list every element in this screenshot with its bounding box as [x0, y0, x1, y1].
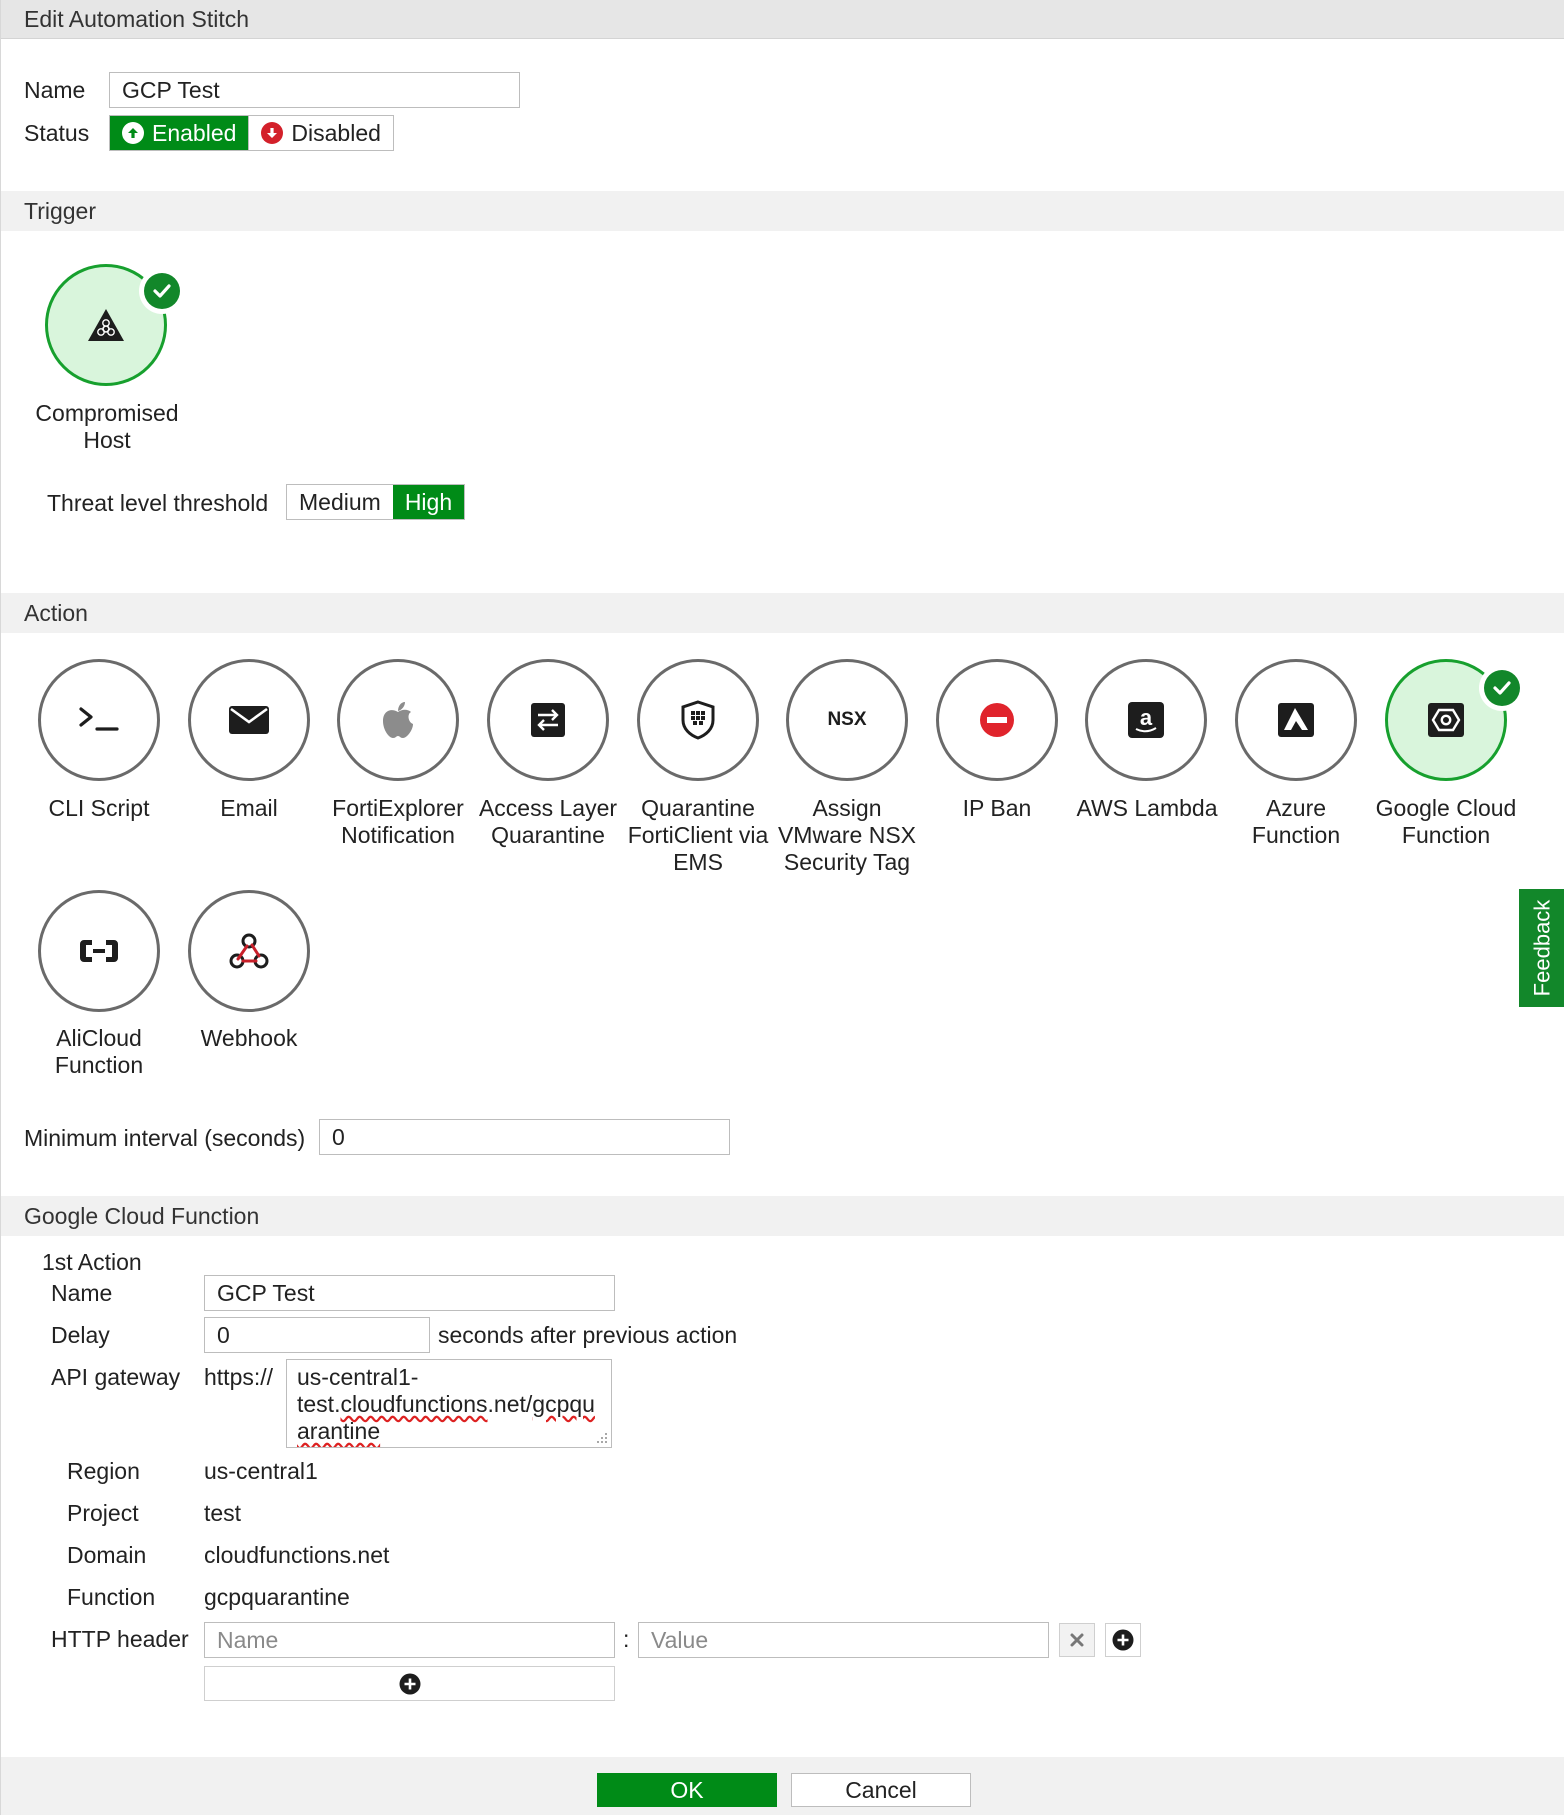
gcf-delay-input[interactable]	[204, 1317, 430, 1353]
action-nsx-label: Assign VMware NSX Security Tag	[777, 795, 917, 875]
action-cli-script-label: CLI Script	[48, 795, 150, 821]
http-header-value-input[interactable]	[638, 1622, 1049, 1658]
action-gcp-label: Google Cloud Function	[1375, 795, 1517, 848]
action-ip-ban-label: IP Ban	[962, 795, 1032, 821]
gcp-icon	[1428, 703, 1464, 737]
action-fortiexplorer-notification[interactable]	[337, 659, 459, 781]
plus-circle-icon	[399, 1673, 420, 1694]
dialog: Edit Automation Stitch Name Status Enabl…	[0, 0, 1564, 1815]
threshold-label: Threat level threshold	[47, 490, 269, 516]
name-input[interactable]	[109, 72, 520, 108]
gcf-api-line3: arantine	[297, 1418, 381, 1444]
action-access-layer-quarantine[interactable]	[487, 659, 609, 781]
action-quarantine-ems-label: Quarantine FortiClient via EMS	[627, 795, 769, 875]
amazon-icon: a	[1128, 702, 1164, 738]
status-toggle: Enabled Disabled	[109, 115, 394, 151]
nsx-icon: NSX	[827, 709, 867, 730]
gcf-region-value: us-central1	[204, 1458, 318, 1484]
svg-text:a: a	[1140, 705, 1153, 730]
gcf-api-prefix: https://	[204, 1364, 274, 1390]
action-fortiexplorer-label: FortiExplorer Notification	[332, 795, 464, 848]
action-aws-lambda[interactable]: a	[1085, 659, 1207, 781]
action-access-layer-label: Access Layer Quarantine	[478, 795, 618, 848]
remove-header-button[interactable]	[1059, 1623, 1095, 1657]
gcf-name-label: Name	[51, 1280, 113, 1306]
apple-icon	[383, 702, 413, 738]
action-selected-check-icon	[1479, 665, 1525, 711]
gcf-api-line1: us-central1-	[297, 1364, 419, 1390]
trigger-section-header: Trigger	[1, 191, 1564, 231]
min-interval-label: Minimum interval (seconds)	[24, 1125, 306, 1151]
no-entry-icon	[980, 703, 1014, 737]
gcf-domain-value: cloudfunctions.net	[204, 1542, 390, 1568]
action-azure-function[interactable]	[1235, 659, 1357, 781]
webhook-icon	[229, 933, 269, 969]
gcf-http-header-label: HTTP header	[51, 1626, 189, 1652]
status-disabled-label: Disabled	[291, 119, 381, 146]
gcf-delay-suffix: seconds after previous action	[438, 1322, 738, 1348]
action-email-label: Email	[220, 795, 278, 821]
action-webhook[interactable]	[188, 890, 310, 1012]
threshold-toggle: Medium High	[286, 484, 466, 520]
gcf-section-header: Google Cloud Function	[1, 1196, 1564, 1236]
threshold-high-option[interactable]: High	[392, 485, 465, 519]
azure-icon	[1278, 703, 1314, 737]
gcf-api-line2: test.cloudfunctions.net/gcpqu	[297, 1391, 595, 1417]
name-label: Name	[24, 77, 86, 103]
feedback-tab[interactable]: Feedback	[1519, 889, 1564, 1007]
gcf-project-value: test	[204, 1500, 242, 1526]
envelope-icon	[229, 706, 269, 734]
status-disabled-option[interactable]: Disabled	[248, 116, 393, 150]
status-label: Status	[24, 120, 90, 146]
action-webhook-label: Webhook	[200, 1025, 298, 1051]
action-quarantine-forticlient-ems[interactable]	[637, 659, 759, 781]
action-assign-vmware-nsx-tag[interactable]: NSX	[786, 659, 908, 781]
add-header-button[interactable]	[204, 1666, 615, 1701]
status-enabled-option[interactable]: Enabled	[110, 116, 249, 150]
terminal-icon	[79, 707, 119, 731]
ok-button[interactable]: OK	[597, 1773, 777, 1807]
http-header-name-input[interactable]	[204, 1622, 615, 1658]
shield-icon	[681, 700, 715, 740]
gcf-api-label: API gateway	[51, 1364, 181, 1390]
cancel-button[interactable]: Cancel	[791, 1773, 971, 1807]
trigger-selected-check-icon	[139, 268, 185, 314]
action-alicloud-label: AliCloud Function	[54, 1025, 144, 1078]
gcf-domain-label: Domain	[67, 1542, 147, 1568]
gcf-function-value: gcpquarantine	[204, 1584, 350, 1610]
action-cli-script[interactable]	[38, 659, 160, 781]
gcf-region-label: Region	[67, 1458, 140, 1484]
dialog-title: Edit Automation Stitch	[1, 0, 1564, 39]
action-azure-label: Azure Function	[1251, 795, 1341, 848]
gcf-project-label: Project	[67, 1500, 139, 1526]
dialog-footer	[1, 1757, 1564, 1815]
gcf-delay-label: Delay	[51, 1322, 110, 1348]
status-enabled-label: Enabled	[152, 119, 237, 146]
min-interval-input[interactable]	[319, 1119, 730, 1155]
close-icon	[1070, 1633, 1084, 1647]
action-ip-ban[interactable]	[936, 659, 1058, 781]
plus-circle-icon	[1112, 1629, 1134, 1651]
action-email[interactable]	[188, 659, 310, 781]
gcf-function-label: Function	[67, 1584, 156, 1610]
gcf-api-textarea[interactable]: us-central1- test.cloudfunctions.net/gcp…	[286, 1359, 612, 1448]
arrow-up-circle-icon	[122, 122, 144, 144]
add-header-inline-button[interactable]	[1105, 1623, 1141, 1657]
action-section-header: Action	[1, 593, 1564, 633]
alicloud-icon	[80, 940, 118, 962]
swap-icon	[531, 703, 565, 737]
http-header-separator: :	[623, 1626, 630, 1652]
trigger-compromised-host-label: Compromised Host	[35, 400, 179, 453]
resize-grip-icon[interactable]	[596, 1432, 608, 1444]
action-aws-lambda-label: AWS Lambda	[1076, 795, 1218, 821]
feedback-label: Feedback	[1529, 899, 1554, 997]
action-alicloud-function[interactable]	[38, 890, 160, 1012]
threshold-medium-option[interactable]: Medium	[287, 485, 393, 519]
biohazard-icon	[88, 309, 124, 341]
arrow-down-circle-icon	[261, 122, 284, 144]
gcf-action-title: 1st Action	[42, 1249, 142, 1275]
gcf-name-input[interactable]	[204, 1275, 615, 1311]
